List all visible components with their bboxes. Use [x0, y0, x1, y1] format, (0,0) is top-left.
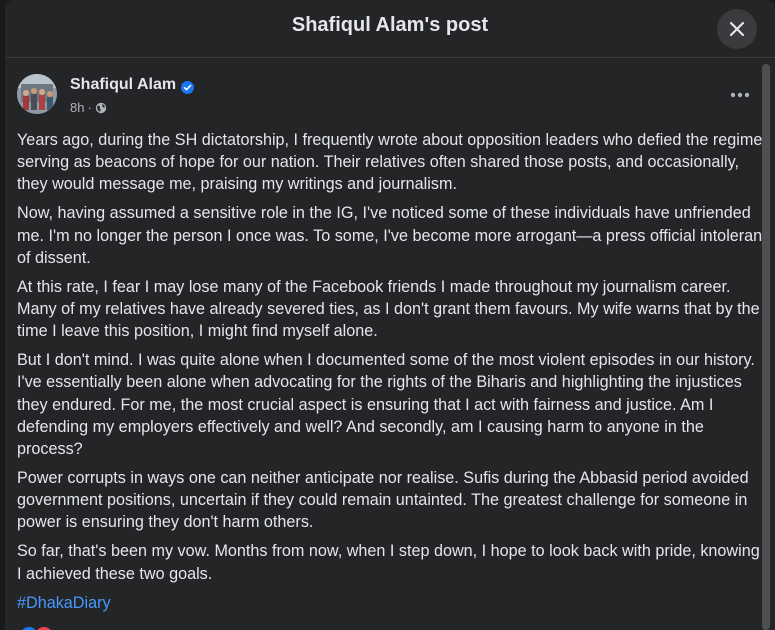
more-options-button[interactable] — [725, 88, 755, 102]
post-paragraph: But I don't mind. I was quite alone when… — [17, 351, 755, 459]
post-meta: 8h · — [70, 100, 107, 115]
post-paragraph: At this rate, I fear I may lose many of … — [17, 277, 760, 341]
post-dialog: Shafiqul Alam's post Shafiqul Alam 8h · … — [5, 0, 775, 630]
author-name[interactable]: Shafiqul Alam — [70, 76, 176, 94]
hashtag-link[interactable]: #DhakaDiary — [17, 594, 111, 612]
more-options-icon — [730, 92, 750, 98]
dialog-header: Shafiqul Alam's post — [5, 0, 775, 58]
scrollbar-thumb[interactable] — [762, 64, 770, 630]
post-paragraph: Years ago, during the SH dictatorship, I… — [17, 131, 767, 194]
post-paragraph: Power corrupts in ways one can neither a… — [17, 469, 749, 532]
globe-icon — [95, 102, 107, 113]
verified-badge-icon — [181, 81, 194, 94]
dialog-title: Shafiqul Alam's post — [291, 14, 489, 36]
post-paragraph: So far, that's been my vow. Months from … — [17, 542, 760, 583]
meta-separator: · — [87, 100, 92, 115]
love-reaction-icon — [33, 625, 55, 630]
avatar[interactable] — [17, 74, 57, 114]
scrollbar[interactable] — [762, 62, 770, 630]
post-body[interactable]: Shafiqul Alam 8h · Years ago, during the… — [5, 58, 775, 630]
close-icon — [729, 21, 745, 37]
post-text: Years ago, during the SH dictatorship, I… — [17, 129, 767, 614]
post-time[interactable]: 8h — [70, 100, 84, 115]
close-button[interactable] — [717, 9, 757, 49]
reaction-icons[interactable] — [18, 625, 55, 630]
post-paragraph: Now, having assumed a sensitive role in … — [17, 204, 767, 267]
